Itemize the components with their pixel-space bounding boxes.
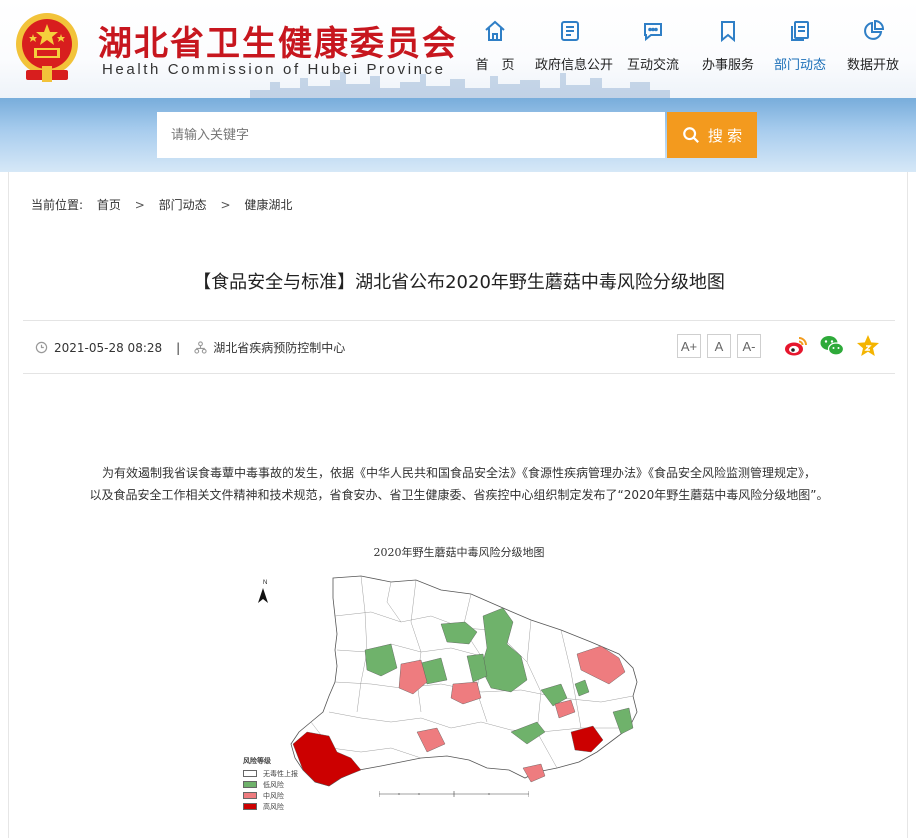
breadcrumb-label: 当前位置: <box>31 198 84 212</box>
nav-interaction[interactable]: 互动交流 <box>618 18 688 78</box>
nav-department-news[interactable]: 部门动态 <box>765 18 835 78</box>
favorite-star-icon[interactable] <box>855 333 881 359</box>
copy-icon <box>791 21 809 41</box>
site-header: 湖北省卫生健康委员会 Health Commission of Hubei Pr… <box>0 0 916 98</box>
search-button-label: 搜 索 <box>707 127 743 145</box>
search-icon <box>683 127 699 143</box>
nav-gov-info[interactable]: 政府信息公开 <box>535 18 614 78</box>
weibo-icon[interactable] <box>783 333 809 359</box>
article-tools: A+ A A- <box>671 333 881 359</box>
document-icon <box>561 21 579 41</box>
breadcrumb: 当前位置: 首页 > 部门动态 > 健康湖北 <box>31 196 302 213</box>
breadcrumb-healthy-hubei[interactable]: 健康湖北 <box>244 198 292 212</box>
nav-services[interactable]: 办事服务 <box>693 18 763 78</box>
map-title: 2020年野生蘑菇中毒风险分级地图 <box>373 546 545 559</box>
article-body: 为有效遏制我省误食毒蕈中毒事故的发生，依据《中华人民共和国食品安全法》《食源性疾… <box>69 462 849 506</box>
org-title: 湖北省卫生健康委员会 <box>98 24 458 64</box>
article-paragraph-line: 为有效遏制我省误食毒蕈中毒事故的发生，依据《中华人民共和国食品安全法》《食源性疾… <box>101 466 816 480</box>
breadcrumb-department-news[interactable]: 部门动态 <box>159 198 207 212</box>
org-chart-icon <box>194 341 207 354</box>
legend-item: 高风险 <box>243 801 298 812</box>
bookmark-icon <box>721 21 735 43</box>
clock-icon <box>35 341 48 354</box>
nav-home[interactable]: 首 页 <box>460 18 530 78</box>
article-card: 当前位置: 首页 > 部门动态 > 健康湖北 【食品安全与标准】湖北省公布202… <box>8 172 908 838</box>
search-input[interactable] <box>157 112 665 158</box>
font-default-button[interactable]: A <box>707 334 731 358</box>
nav-open-data-label: 数据开放 <box>846 58 899 73</box>
home-icon <box>485 20 505 41</box>
map-legend: 风险等级 无毒性上报 低风险 中风险 高风险 <box>243 756 298 812</box>
article-source: 湖北省疾病预防控制中心 <box>213 341 346 355</box>
north-arrow-icon: N <box>258 580 268 603</box>
legend-item: 低风险 <box>243 779 298 790</box>
risk-map-image: N <box>258 575 638 787</box>
article-meta: 2021-05-28 08:28 | 湖北省疾病预防控制中心 <box>35 339 345 356</box>
map-scale-bar <box>379 791 529 797</box>
article-paragraph-line: 以及食品安全工作相关文件精神和技术规范，省食安办、省卫生健康委、省疾控中心组织制… <box>89 488 829 502</box>
nav-services-label: 办事服务 <box>701 58 754 73</box>
breadcrumb-separator: > <box>134 198 145 212</box>
nav-interaction-label: 互动交流 <box>626 58 679 73</box>
meta-divider: | <box>176 340 181 355</box>
north-label: N <box>263 580 267 586</box>
article-meta-bar: 2021-05-28 08:28 | 湖北省疾病预防控制中心 A+ A A- <box>23 320 895 374</box>
nav-open-data[interactable]: 数据开放 <box>838 18 908 78</box>
legend-item: 中风险 <box>243 790 298 801</box>
article-title: 【食品安全与标准】湖北省公布2020年野生蘑菇中毒风险分级地图 <box>193 272 725 293</box>
breadcrumb-home[interactable]: 首页 <box>97 198 121 212</box>
pie-chart-icon <box>864 19 885 40</box>
font-increase-button[interactable]: A+ <box>677 334 701 358</box>
legend-item: 无毒性上报 <box>243 768 298 779</box>
breadcrumb-separator: > <box>220 198 231 212</box>
search-band: 搜 索 <box>0 98 916 172</box>
chat-icon <box>644 23 662 42</box>
nav-department-news-label: 部门动态 <box>773 58 826 73</box>
national-emblem-icon <box>16 13 78 82</box>
publish-datetime: 2021-05-28 08:28 <box>54 340 163 355</box>
org-subtitle-en: Health Commission of Hubei Province <box>102 61 446 78</box>
legend-title: 风险等级 <box>243 758 271 765</box>
main-nav: 首 页 政府信息公开 互动交流 办事服务 部门动态 数据开放 <box>460 18 910 78</box>
search-button[interactable]: 搜 索 <box>667 112 757 158</box>
nav-gov-info-label: 政府信息公开 <box>535 58 614 73</box>
wechat-icon[interactable] <box>819 333 845 359</box>
font-decrease-button[interactable]: A- <box>737 334 761 358</box>
nav-home-label: 首 页 <box>475 58 515 73</box>
